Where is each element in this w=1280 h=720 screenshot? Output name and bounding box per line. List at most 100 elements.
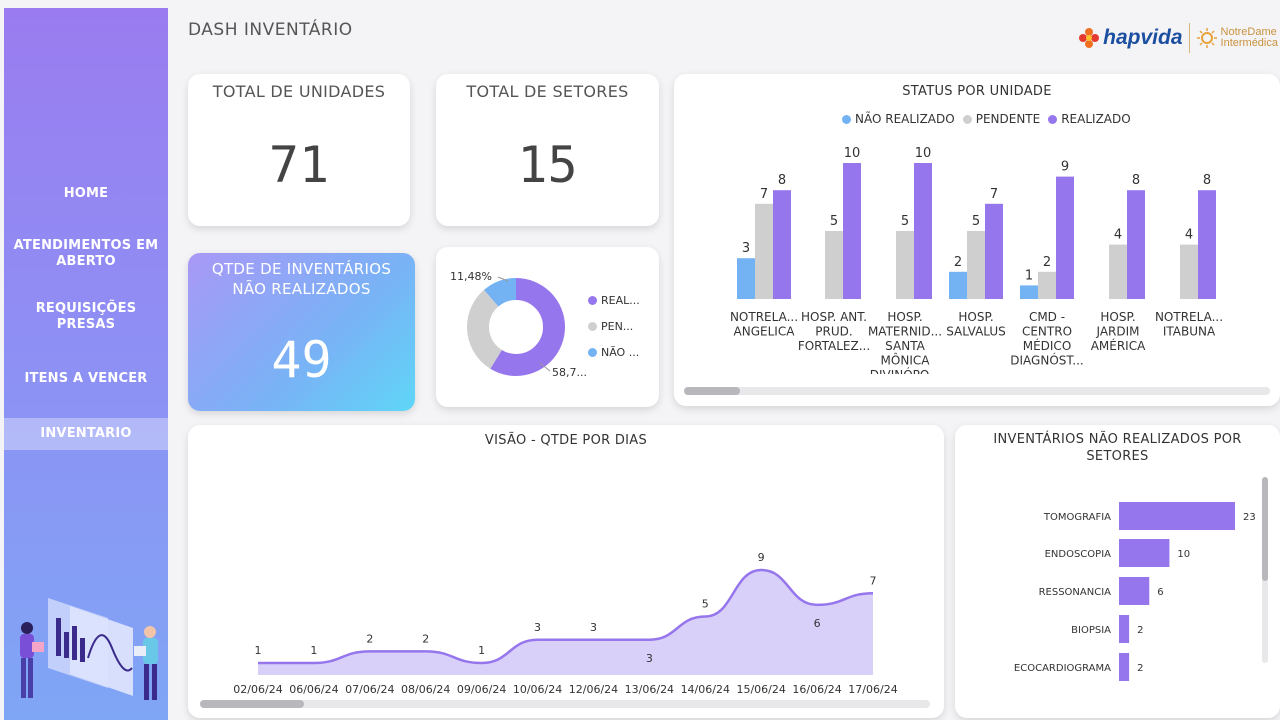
inventarios-por-setores-card: INVENTÁRIOS NÃO REALIZADOS POR SETORES T… [955,425,1280,718]
kpi-title: TOTAL DE SETORES [466,82,629,101]
x-axis-tick-label: 10/06/24 [513,683,562,696]
status-bar [1038,271,1056,299]
donut-label-nao-realizado: 11,48% [450,270,492,283]
status-bar [967,231,985,299]
setores-bar-chart: TOMOGRAFIA 23 ENDOSCOPIA 10 RESSONANCIA 6 BIOP… [1014,502,1256,681]
nav-home[interactable]: HOME [4,186,168,202]
x-axis-tick-label: 13/06/24 [625,683,674,696]
status-bar [773,190,791,299]
status-scrollbar-thumb[interactable] [684,387,740,395]
setores-scrollbar-thumb[interactable] [1262,477,1268,581]
x-axis-tick-label: 15/06/24 [736,683,785,696]
logo-divider [1188,23,1190,53]
status-category-label: HOSP. [887,310,922,324]
x-axis-tick-label: 12/06/24 [569,683,618,696]
status-bar-chart: 378NOTRELA...ANGELICA510HOSP. ANT.PRUD.F… [730,146,1223,374]
status-bar-value: 5 [901,214,909,229]
status-bar-value: 5 [972,214,980,229]
logo-hapvida-text: hapvida [1103,26,1183,49]
status-category-label: JARDIM [1095,325,1139,339]
status-bar-value: 8 [1203,173,1211,188]
status-category-label: MATERNID... [868,325,942,339]
line-scrollbar-thumb[interactable] [200,700,304,708]
status-bar [949,271,967,299]
status-category-label: ANGELICA [734,325,796,339]
logo-notredame-text: NotreDame Intermédica [1220,26,1278,49]
status-category-label: AMÉRICA [1091,338,1146,353]
status-bar [755,203,773,299]
nav-itens-a-vencer[interactable]: ITENS A VENCER [4,371,168,387]
x-axis-tick-label: 17/06/24 [848,683,897,696]
setor-category-label: BIOPSIA [1071,625,1111,636]
status-category-label: CENTRO [1022,325,1072,339]
legend-nao-realizado-dot [588,348,597,357]
setor-bar [1119,653,1130,681]
sidebar: HOME ATENDIMENTOS EM ABERTO REQUISIÇÕES … [4,8,168,720]
status-bar [1180,244,1198,299]
status-bar [825,231,843,299]
status-bar-value: 8 [1132,173,1140,188]
status-category-label: CMD - [1029,310,1065,324]
status-bar-value: 10 [844,146,861,161]
status-bar [1020,285,1038,299]
setor-bar [1119,615,1130,643]
status-bar-value: 4 [1185,228,1193,243]
status-bar [1056,176,1074,299]
status-bar-value: 5 [830,214,838,229]
status-category-label: DIVINÓPO... [870,367,941,374]
setores-scrollbar[interactable] [1262,477,1268,663]
status-bar-value: 1 [1025,268,1033,283]
status-bar [1109,244,1127,299]
point-value-label: 1 [310,644,317,657]
page-title: DASH INVENTÁRIO [188,20,353,40]
point-value-label: 7 [870,574,877,587]
qtde-por-dias-area-chart: 1 1 2 2 1 3 3 3 5 9 6 7 02/06/24 06/06/24 07/06/24 08/0… [233,551,897,696]
status-category-label: HOSP. [958,310,993,324]
donut-legend-pendente[interactable]: PEN... [588,320,633,333]
kpi-inventarios-nao-realizados: QTDE DE INVENTÁRIOS NÃO REALIZADOS 49 [188,253,415,411]
kpi-value: 15 [517,136,578,194]
status-bar [843,163,861,299]
status-bar-value: 4 [1114,228,1122,243]
setor-bar [1119,502,1235,530]
status-bar-value: 3 [742,241,750,256]
status-bar-value: 2 [954,255,962,270]
x-axis-tick-label: 16/06/24 [792,683,841,696]
status-category-label: HOSP. [1100,310,1135,324]
x-axis-tick-label: 14/06/24 [681,683,730,696]
x-axis-tick-label: 07/06/24 [345,683,394,696]
status-category-label: NOTRELA... [1155,310,1223,324]
status-bar [1127,190,1145,299]
status-bar-value: 7 [990,187,998,202]
nav-requisicoes-presas[interactable]: REQUISIÇÕES PRESAS [4,301,168,333]
legend-pendente-dot [588,322,597,331]
setor-bar-value: 10 [1177,549,1190,560]
status-bar [985,203,1003,299]
status-category-label: NOTRELA... [730,310,798,324]
x-axis-tick-label: 06/06/24 [289,683,338,696]
legend-realizado-dot [588,296,597,305]
point-value-label: 6 [814,617,821,630]
nav-atendimentos-em-aberto[interactable]: ATENDIMENTOS EM ABERTO [4,238,168,270]
nav-inventario[interactable]: INVENTARIO [4,418,168,450]
donut-legend-realizado[interactable]: REAL... [588,294,640,307]
line-scrollbar[interactable] [200,700,930,708]
status-category-label: MÔNICA [881,353,931,368]
status-bar [1198,190,1216,299]
status-scrollbar[interactable] [684,387,1270,395]
point-value-label: 1 [478,644,485,657]
hapvida-flower-icon [1079,28,1100,48]
status-bar [896,231,914,299]
setor-category-label: TOMOGRAFIA [1043,512,1111,523]
setor-category-label: ENDOSCOPIA [1045,549,1112,560]
status-category-label: SANTA [885,339,925,353]
point-value-label: 3 [534,621,541,634]
status-por-unidade-card: STATUS POR UNIDADE NÃO REALIZADO PENDENT… [674,74,1280,406]
donut-legend-nao-realizado[interactable]: NÃO ... [588,346,639,359]
x-axis-tick-label: 08/06/24 [401,683,450,696]
status-bar-value: 7 [760,187,768,202]
status-bar [737,258,755,299]
area-fill [258,570,873,675]
kpi-value: 71 [268,136,330,194]
status-bar [914,163,932,299]
